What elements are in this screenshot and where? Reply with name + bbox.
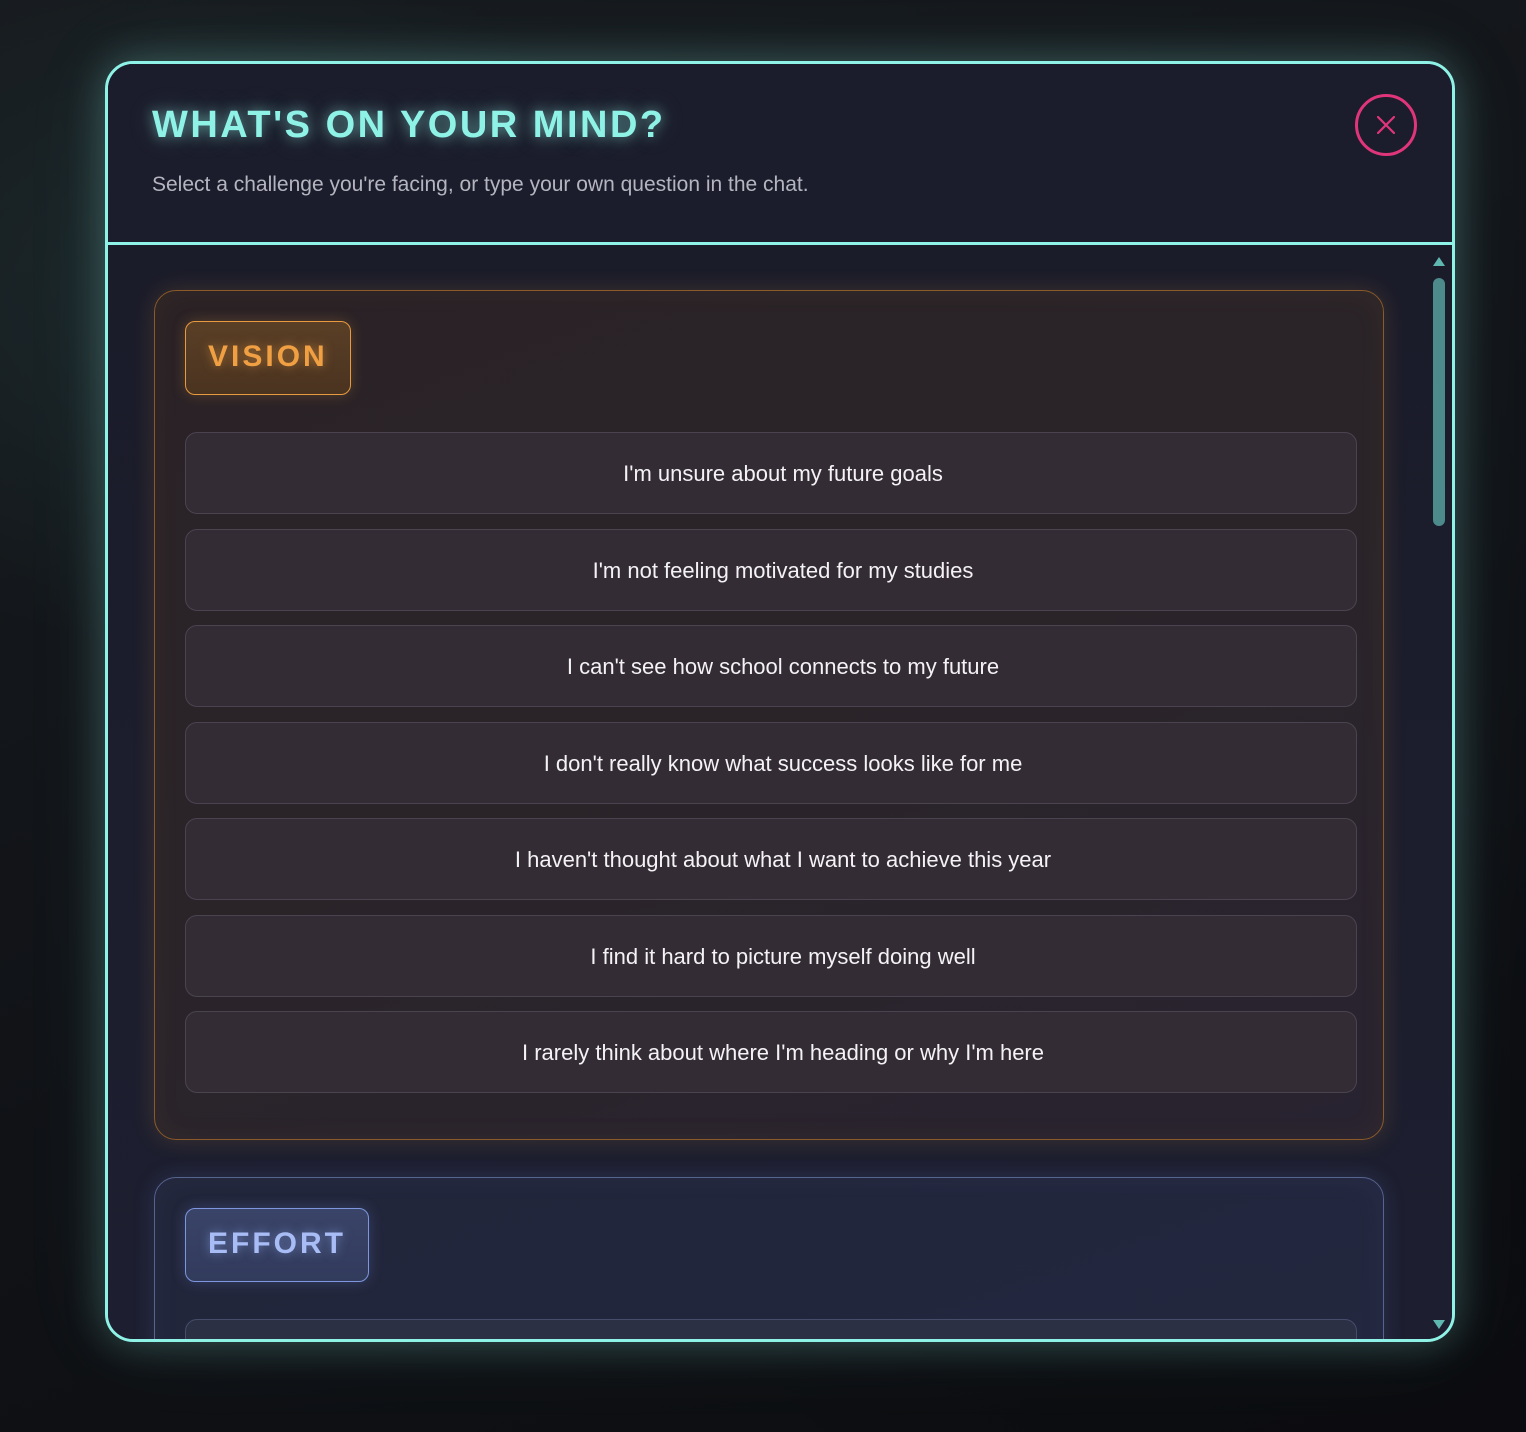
scroll-down-arrow-icon[interactable] [1433,1320,1445,1329]
option-button[interactable]: I'm unsure about my future goals [185,432,1357,514]
category-tag-effort: EFFORT [185,1208,369,1282]
modal-header: WHAT'S ON YOUR MIND? Select a challenge … [108,64,1452,245]
modal-subtitle: Select a challenge you're facing, or typ… [152,173,809,196]
challenge-modal: WHAT'S ON YOUR MIND? Select a challenge … [105,61,1455,1342]
option-button[interactable]: I find it hard to picture myself doing w… [185,915,1357,997]
option-button[interactable]: I can't see how school connects to my fu… [185,625,1357,707]
close-icon [1377,116,1395,134]
scroll-up-arrow-icon[interactable] [1433,257,1445,266]
option-button[interactable] [185,1319,1357,1339]
category-card-vision: VISION I'm unsure about my future goals … [154,290,1384,1140]
modal-body[interactable]: VISION I'm unsure about my future goals … [108,245,1452,1339]
close-button[interactable] [1355,94,1417,156]
scroll-thumb[interactable] [1433,278,1445,526]
option-button[interactable]: I rarely think about where I'm heading o… [185,1011,1357,1093]
category-tag-vision: VISION [185,321,351,395]
scrollbar[interactable] [1428,251,1450,1336]
modal-title: WHAT'S ON YOUR MIND? [152,104,666,146]
option-button[interactable]: I haven't thought about what I want to a… [185,818,1357,900]
option-button[interactable]: I'm not feeling motivated for my studies [185,529,1357,611]
option-button[interactable]: I don't really know what success looks l… [185,722,1357,804]
category-card-effort: EFFORT [154,1177,1384,1339]
